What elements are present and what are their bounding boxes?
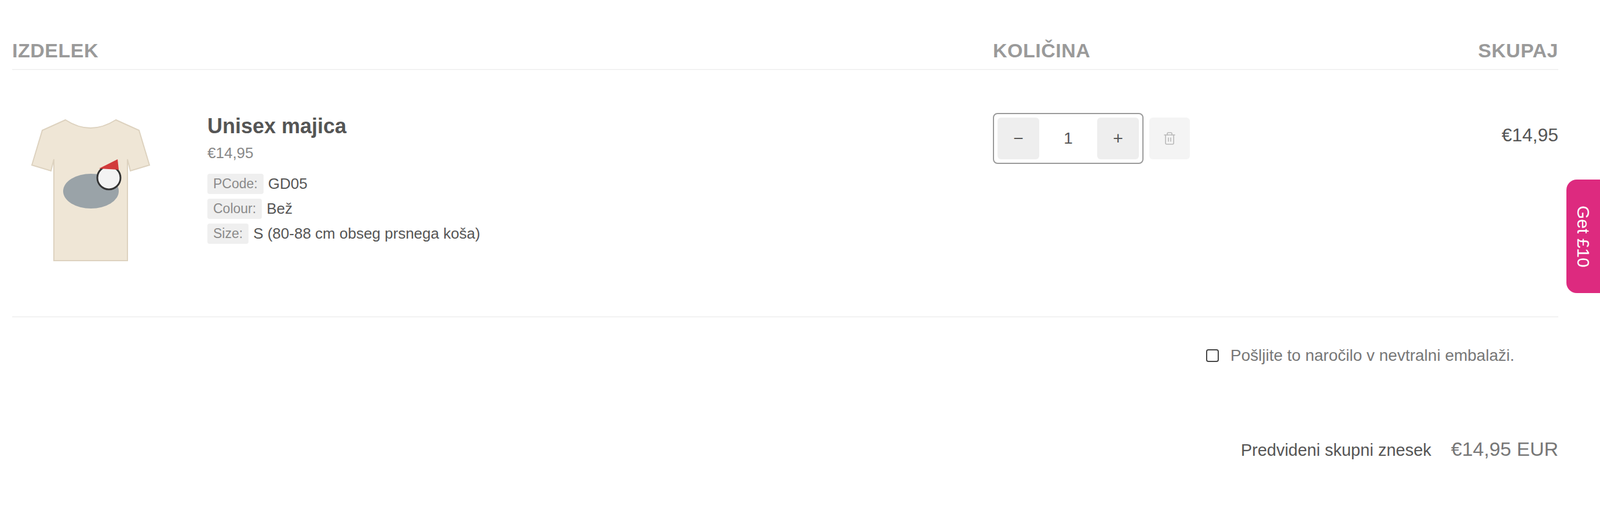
attribute-value: GD05 xyxy=(268,174,308,193)
summary: Predvideni skupni znesek €14,95 EUR xyxy=(1240,437,1559,461)
option-checkbox[interactable] xyxy=(1206,349,1219,363)
quantity-stepper: −1+ xyxy=(992,112,1144,164)
column-header: IZDELEK xyxy=(12,39,993,62)
attribute-value: Bež xyxy=(266,199,293,218)
summary-label: Predvideni skupni znesek xyxy=(1240,440,1432,460)
option-row[interactable]: Pošljite to naročilo v nevtralni embalaž… xyxy=(1206,346,1559,365)
cart-page: IZDELEKKOLIČINASKUPAJ Unisex majica €14,95… xyxy=(0,0,1600,512)
cart-row: Unisex majica €14,95 PCode:GD05 Colour:Bež S… xyxy=(12,70,1559,318)
product-attribute: Size:S (80-88 cm obseg prsnega koša) xyxy=(207,223,481,244)
trash-icon xyxy=(1162,131,1177,146)
remove-button[interactable] xyxy=(1149,117,1190,160)
increment-button[interactable]: + xyxy=(1097,117,1139,160)
product-attribute: Colour:Bež xyxy=(207,198,481,219)
product-title[interactable]: Unisex majica xyxy=(207,114,481,139)
product-price: €14,95 xyxy=(207,144,481,163)
column-header: KOLIČINA xyxy=(992,39,1479,62)
option-label: Pošljite to naročilo v nevtralni embalaž… xyxy=(1230,346,1515,365)
attribute-label: Size: xyxy=(207,223,249,244)
attribute-label: Colour: xyxy=(207,198,262,219)
table-header: IZDELEKKOLIČINASKUPAJ xyxy=(12,39,1559,71)
summary-value: €14,95 EUR xyxy=(1451,437,1559,461)
product-cell: Unisex majica €14,95 PCode:GD05 Colour:Bež S… xyxy=(12,112,993,267)
product-info: Unisex majica €14,95 PCode:GD05 Colour:Bež S… xyxy=(207,112,481,267)
product-image xyxy=(30,112,151,267)
quantity-value[interactable]: 1 xyxy=(1039,129,1098,148)
line-total: €14,95 xyxy=(1501,112,1559,267)
decrement-button[interactable]: − xyxy=(997,117,1040,160)
product-attribute: PCode:GD05 xyxy=(207,173,481,195)
column-header: SKUPAJ xyxy=(1478,39,1559,62)
attribute-label: PCode: xyxy=(207,173,264,195)
attribute-value: S (80-88 cm obseg prsnega koša) xyxy=(253,224,481,243)
quantity-cell: −1+ xyxy=(992,112,1502,267)
cart-footer: Pošljite to naročilo v nevtralni embalaž… xyxy=(12,317,1559,461)
promo-tab[interactable]: Get £10 xyxy=(1566,179,1600,294)
